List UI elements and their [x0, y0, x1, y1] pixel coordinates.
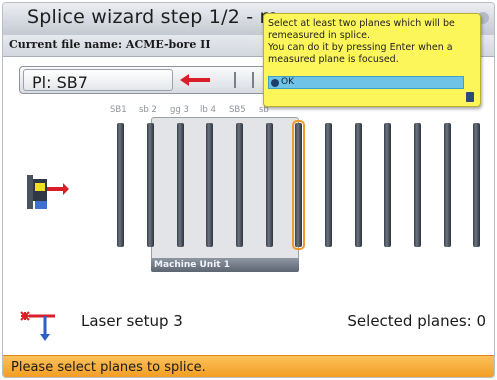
plane-bar[interactable] [355, 123, 362, 247]
selected-plane-label: Pl: SB7 [32, 73, 88, 92]
laser-setup-label: Laser setup 3 [81, 312, 183, 330]
plane-selector-field[interactable]: Pl: SB7 [23, 69, 173, 92]
plane-bar[interactable] [473, 123, 480, 247]
plane-name: gg 3 [170, 105, 189, 115]
plane-bar[interactable] [266, 123, 273, 247]
plane-bar[interactable] [444, 123, 451, 247]
window-title: Splice wizard step 1/2 - m [27, 6, 279, 28]
current-file-name: Current file name: ACME-bore II [9, 38, 211, 51]
plane-bar[interactable] [325, 123, 332, 247]
laser-transmitter-icon [27, 175, 69, 209]
plane-selector-bar[interactable]: Pl: SB7 [19, 66, 269, 94]
plane-name: sb 2 [139, 105, 157, 115]
plane-bar[interactable] [384, 123, 391, 247]
tooltip-line: Select at least two planes which will be [268, 18, 455, 29]
tooltip-line: You can do it by pressing Enter when a [268, 42, 453, 53]
red-arrow-left-icon [180, 74, 210, 86]
tooltip-corner-icon [466, 92, 474, 102]
status-bar: Please select planes to splice. [3, 355, 494, 377]
plane-bar[interactable] [117, 123, 124, 247]
scroll-marker [234, 72, 236, 88]
tooltip-ok-button[interactable]: OK [268, 76, 464, 89]
plane-bar[interactable] [414, 123, 421, 247]
tooltip-message: Select at least two planes which will be… [268, 18, 478, 66]
machine-unit-label: Machine Unit 1 [151, 258, 299, 272]
plane-name: SB1 [110, 105, 127, 115]
machine-unit-box[interactable] [151, 117, 299, 262]
selected-planes-count: Selected planes: 0 [347, 312, 486, 330]
plane-bar[interactable] [236, 123, 243, 247]
splice-wizard-screen: Splice wizard step 1/2 - m Current file … [2, 2, 495, 378]
plane-bar[interactable] [206, 123, 213, 247]
plane-bar-focused[interactable] [292, 120, 305, 250]
tooltip-line: remeasured in splice. [268, 30, 371, 41]
machine-planes-area: Machine Unit 1 SB1 sb 2 gg 3 lb 4 SB5 sb [3, 98, 494, 278]
plane-name: SB5 [229, 105, 246, 115]
plane-bar[interactable] [177, 123, 184, 247]
laser-setup-icon [20, 311, 55, 341]
tooltip-line: measured plane is focused. [268, 54, 399, 65]
plane-bar[interactable] [147, 123, 154, 247]
plane-name: lb 4 [200, 105, 216, 115]
help-tooltip: Select at least two planes which will be… [263, 13, 481, 107]
ok-label: OK [281, 77, 294, 87]
ok-bullet-icon [271, 78, 279, 87]
status-message: Please select planes to splice. [11, 360, 206, 375]
scroll-marker [252, 72, 254, 88]
